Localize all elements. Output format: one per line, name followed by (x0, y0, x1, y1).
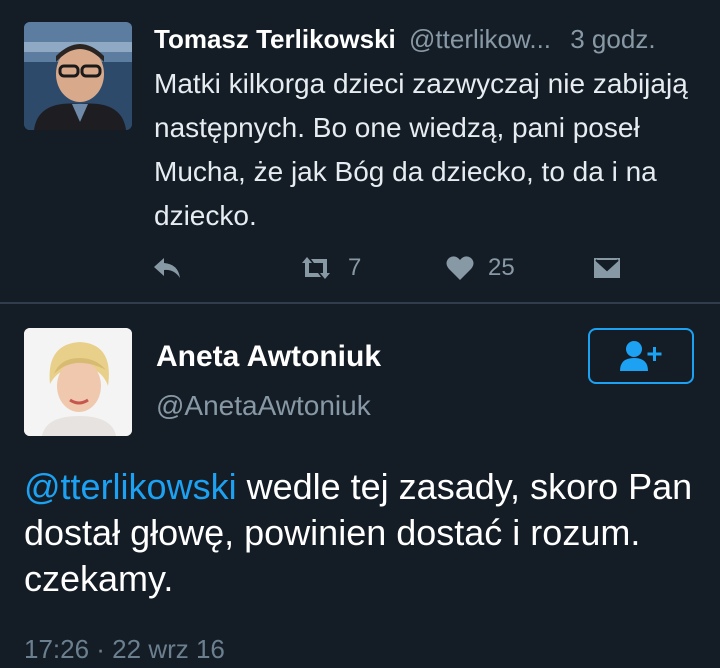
author-name[interactable]: Tomasz Terlikowski (154, 24, 396, 54)
like-button[interactable]: 25 (446, 248, 515, 288)
avatar-image (24, 22, 132, 130)
tweet-reply[interactable]: Aneta Awtoniuk @AnetaAwtoniuk @tterlikow… (0, 304, 720, 668)
tweet-original[interactable]: Tomasz Terlikowski @tterlikow... 3 godz.… (0, 0, 720, 302)
avatar[interactable] (24, 328, 132, 436)
tweet-time[interactable]: 3 godz. (570, 24, 655, 54)
add-user-icon (620, 341, 662, 371)
tweet-timestamp[interactable]: 17:26 · 22 wrz 16 (24, 634, 225, 665)
direct-message-icon (594, 258, 620, 278)
direct-message-button[interactable] (592, 248, 622, 288)
tweet-text: Matki kilkorga dzieci zazwyczaj nie zabi… (154, 68, 688, 231)
retweet-count: 7 (348, 254, 362, 281)
author-handle[interactable]: @AnetaAwtoniuk (156, 390, 371, 422)
follow-button[interactable] (588, 328, 694, 384)
heart-icon (446, 256, 474, 280)
mention-link[interactable]: @tterlikowski (24, 466, 237, 507)
tweet-text: @tterlikowski wedle tej zasady, skoro Pa… (24, 464, 714, 602)
tweet-actions: 7 25 (0, 248, 720, 288)
reply-icon (154, 258, 180, 278)
avatar[interactable] (24, 22, 132, 130)
retweet-icon (302, 257, 330, 279)
reply-button[interactable] (152, 248, 182, 288)
author-handle[interactable]: @tterlikow... (409, 24, 551, 54)
avatar-image (24, 328, 132, 436)
retweet-button[interactable]: 7 (298, 248, 361, 288)
tweet-header: Tomasz Terlikowski @tterlikow... 3 godz. (154, 22, 656, 56)
author-name[interactable]: Aneta Awtoniuk (156, 340, 381, 374)
like-count: 25 (488, 254, 515, 281)
